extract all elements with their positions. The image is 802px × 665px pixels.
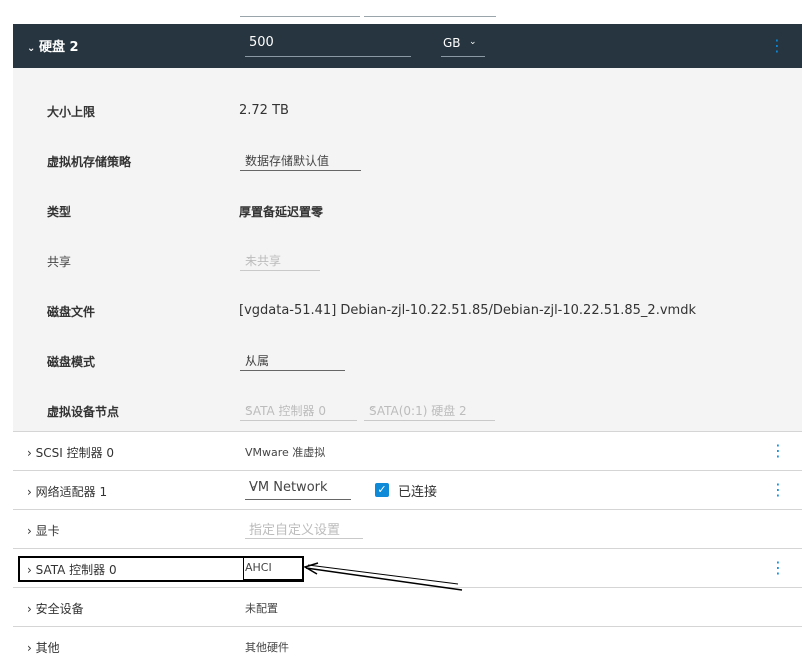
chevron-right-icon: › bbox=[27, 446, 36, 460]
chevron-down-icon: ⌄ bbox=[245, 252, 253, 262]
disk-mode-label: 磁盘模式 bbox=[47, 355, 96, 369]
disk-size-value: 500 bbox=[249, 35, 274, 50]
chevron-down-icon: ⌄ bbox=[249, 481, 257, 491]
device-row-label[interactable]: › 网络适配器 1 bbox=[27, 483, 107, 500]
annotation-highlight-value-box bbox=[243, 557, 303, 580]
chevron-down-icon: ⌄ bbox=[369, 402, 377, 412]
detail-row-share: 共享 未共享 ⌄ bbox=[13, 246, 802, 276]
disk-size-input[interactable]: 500 bbox=[245, 34, 411, 57]
max-size-value: 2.72 TB bbox=[239, 103, 289, 118]
device-node-label: 虚拟设备节点 bbox=[47, 405, 120, 419]
device-label: 安全设备 bbox=[35, 602, 84, 616]
device-row-network[interactable]: › 网络适配器 1 VM Network ⌄ ✓ 已连接 ⋮ bbox=[13, 470, 802, 509]
device-row-scsi[interactable]: › SCSI 控制器 0 VMware 准虚拟 ⋮ bbox=[13, 431, 802, 470]
detail-row-file: 磁盘文件 [vgdata-51.41] Debian-zjl-10.22.51.… bbox=[13, 296, 802, 326]
detail-row-mode: 磁盘模式 从属 ⌄ bbox=[13, 346, 802, 376]
connected-label: 已连接 bbox=[398, 485, 438, 500]
device-row-label[interactable]: › SCSI 控制器 0 bbox=[27, 444, 114, 461]
kebab-menu-icon[interactable]: ⋮ bbox=[770, 441, 786, 460]
chevron-right-icon: › bbox=[27, 641, 36, 655]
disk-mode-select[interactable]: 从属 ⌄ bbox=[240, 350, 345, 371]
type-label: 类型 bbox=[47, 205, 72, 219]
device-label: 网络适配器 1 bbox=[35, 485, 108, 499]
policy-select[interactable]: 数据存储默认值 ⌄ bbox=[240, 150, 361, 171]
disk-title-label: 硬盘 2 bbox=[39, 40, 79, 55]
chevron-down-icon: ⌄ bbox=[249, 520, 257, 530]
device-value: 未配置 bbox=[245, 602, 278, 615]
device-label: SCSI 控制器 0 bbox=[35, 446, 115, 460]
detail-row-node: 虚拟设备节点 SATA 控制器 0 ⌄ SATA(0:1) 硬盘 2 ⌄ bbox=[13, 396, 802, 426]
network-select[interactable]: VM Network ⌄ bbox=[245, 479, 351, 500]
previous-row-fragment bbox=[0, 0, 802, 24]
disk-title[interactable]: ⌄ 硬盘 2 bbox=[27, 36, 79, 55]
disk-size-unit-select[interactable]: GB ⌄ bbox=[441, 34, 485, 57]
device-label: 其他 bbox=[35, 641, 60, 655]
device-row-video[interactable]: › 显卡 指定自定义设置 ⌄ bbox=[13, 509, 802, 548]
node-controller-select[interactable]: SATA 控制器 0 ⌄ bbox=[240, 400, 357, 421]
chevron-down-icon: ⌄ bbox=[245, 152, 253, 162]
policy-label: 虚拟机存储策略 bbox=[47, 155, 132, 169]
device-row-label[interactable]: › 其他 bbox=[27, 639, 60, 656]
chevron-down-icon: ⌄ bbox=[245, 352, 253, 362]
detail-row-policy: 虚拟机存储策略 数据存储默认值 ⌄ bbox=[13, 146, 802, 176]
kebab-menu-icon[interactable]: ⋮ bbox=[770, 558, 786, 577]
disk-header[interactable]: ⌄ 硬盘 2 500 GB ⌄ ⋮ bbox=[13, 24, 802, 68]
share-select[interactable]: 未共享 ⌄ bbox=[240, 250, 320, 271]
device-row-security[interactable]: › 安全设备 未配置 bbox=[13, 587, 802, 626]
node-slot-select[interactable]: SATA(0:1) 硬盘 2 ⌄ bbox=[364, 400, 495, 421]
device-value: VMware 准虚拟 bbox=[245, 446, 326, 459]
chevron-down-icon: ⌄ bbox=[469, 37, 477, 47]
disk-file-label: 磁盘文件 bbox=[47, 305, 96, 319]
device-value: 其他硬件 bbox=[245, 641, 289, 654]
device-row-other[interactable]: › 其他 其他硬件 bbox=[13, 626, 802, 665]
kebab-menu-icon[interactable]: ⋮ bbox=[770, 480, 786, 499]
chevron-right-icon: › bbox=[27, 524, 36, 538]
connected-checkbox[interactable]: ✓ bbox=[375, 483, 389, 497]
chevron-right-icon: › bbox=[27, 602, 36, 616]
kebab-menu-icon[interactable]: ⋮ bbox=[769, 36, 785, 55]
detail-row-max-size: 大小上限 2.72 TB bbox=[13, 96, 802, 126]
type-value: 厚置备延迟置零 bbox=[239, 205, 324, 219]
video-select[interactable]: 指定自定义设置 ⌄ bbox=[245, 518, 363, 539]
disk-size-unit-value: GB bbox=[443, 36, 461, 50]
max-size-label: 大小上限 bbox=[47, 105, 96, 119]
chevron-right-icon: › bbox=[27, 485, 36, 499]
previous-field-underline bbox=[364, 16, 496, 17]
previous-field-underline bbox=[240, 16, 360, 17]
device-row-label[interactable]: › 显卡 bbox=[27, 522, 60, 539]
disk-file-value: [vgdata-51.41] Debian-zjl-10.22.51.85/De… bbox=[239, 303, 696, 318]
chevron-down-icon: ⌄ bbox=[245, 402, 253, 412]
share-label: 共享 bbox=[47, 255, 72, 269]
chevron-down-icon: ⌄ bbox=[27, 43, 36, 54]
disk-details: 大小上限 2.72 TB 虚拟机存储策略 数据存储默认值 ⌄ 类型 厚置备延迟置零… bbox=[13, 68, 802, 431]
detail-row-type: 类型 厚置备延迟置零 bbox=[13, 196, 802, 226]
device-row-label[interactable]: › 安全设备 bbox=[27, 600, 84, 617]
device-label: 显卡 bbox=[35, 524, 60, 538]
